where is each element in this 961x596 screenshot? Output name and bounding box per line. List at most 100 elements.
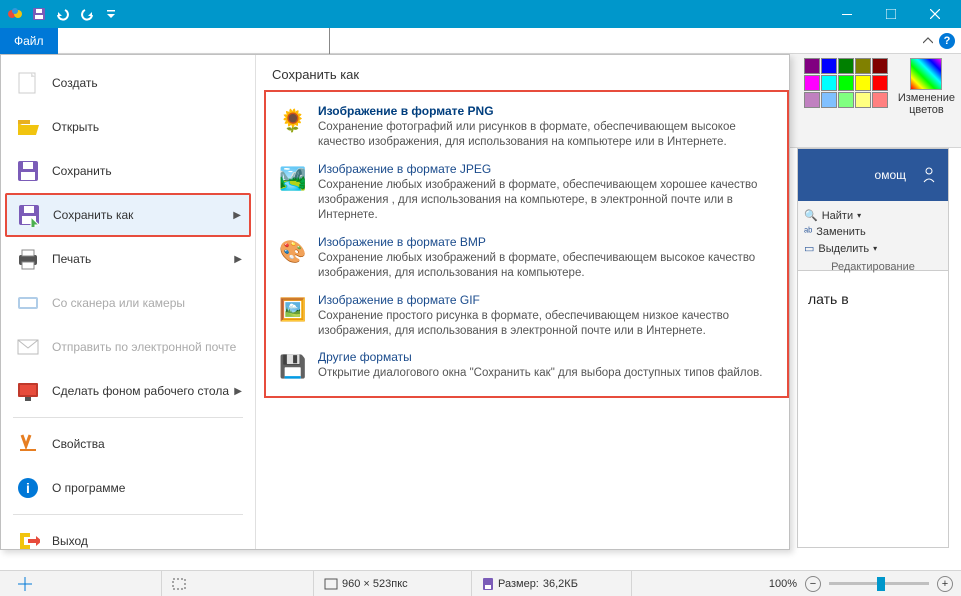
canvas-dimensions: 960 × 523пкс bbox=[314, 571, 472, 596]
color-palette bbox=[804, 54, 888, 147]
share-icon[interactable] bbox=[920, 166, 938, 184]
zoom-slider[interactable] bbox=[829, 582, 929, 585]
qat-dropdown-icon[interactable] bbox=[100, 3, 122, 25]
color-swatch[interactable] bbox=[838, 75, 854, 91]
chevron-right-icon: ▶ bbox=[234, 386, 242, 397]
titlebar bbox=[0, 0, 961, 28]
color-swatch[interactable] bbox=[872, 75, 888, 91]
menu-item-wallpaper[interactable]: Сделать фоном рабочего стола ▶ bbox=[5, 369, 251, 413]
minimize-button[interactable] bbox=[825, 0, 869, 28]
menu-label: Сохранить как bbox=[53, 208, 133, 222]
menu-item-about[interactable]: i О программе bbox=[5, 466, 251, 510]
word-document-text: лать в bbox=[798, 271, 948, 327]
color-swatch[interactable] bbox=[821, 92, 837, 108]
zoom-out-button[interactable]: − bbox=[805, 576, 821, 592]
menu-label: О программе bbox=[52, 481, 125, 495]
menu-label: Создать bbox=[52, 76, 98, 90]
find-button[interactable]: 🔍Найти ▾ bbox=[804, 207, 942, 224]
format-title: Другие форматы bbox=[318, 350, 762, 364]
menu-label: Сделать фоном рабочего стола bbox=[52, 384, 229, 398]
saveas-option-0[interactable]: 🌻 Изображение в формате PNG Сохранение фот… bbox=[272, 98, 781, 156]
menu-item-saveas[interactable]: Сохранить как▶ bbox=[5, 193, 251, 237]
color-swatch[interactable] bbox=[804, 75, 820, 91]
about-icon: i bbox=[14, 474, 42, 502]
open-icon bbox=[14, 113, 42, 141]
menu-label: Выход bbox=[52, 534, 88, 548]
menu-item-props[interactable]: Свойства bbox=[5, 422, 251, 466]
zoom-in-button[interactable]: + bbox=[937, 576, 953, 592]
file-menu-items: СоздатьОткрытьСохранитьСохранить как▶Печ… bbox=[1, 55, 255, 549]
edit-colors-label1: Изменение bbox=[898, 92, 955, 104]
saveas-option-2[interactable]: 🎨Изображение в формате BMPСохранение люб… bbox=[272, 229, 781, 287]
color-swatch[interactable] bbox=[804, 58, 820, 74]
statusbar: 960 × 523пкс Размер: 36,2КБ 100% − + bbox=[0, 570, 961, 596]
save-icon bbox=[14, 157, 42, 185]
format-desc: Сохранение любых изображений в формате, … bbox=[318, 251, 777, 281]
props-icon bbox=[14, 430, 42, 458]
color-swatch[interactable] bbox=[821, 75, 837, 91]
menu-item-new[interactable]: Создать bbox=[5, 61, 251, 105]
format-desc: Открытие диалогового окна "Сохранить как… bbox=[318, 366, 762, 381]
replace-button[interactable]: ᵃᵇЗаменить bbox=[804, 224, 942, 240]
word-titlebar: омощ bbox=[798, 149, 948, 201]
selection-size bbox=[162, 571, 314, 596]
format-icon: 🏞️ bbox=[276, 162, 310, 196]
edit-colors-label2: цветов bbox=[909, 104, 944, 116]
format-icon: 🌻 bbox=[276, 104, 310, 138]
edit-colors-button[interactable]: Изменение цветов bbox=[898, 54, 955, 147]
menu-item-scanner: Со сканера или камеры bbox=[5, 281, 251, 325]
zoom-level: 100% bbox=[769, 578, 797, 590]
format-icon: 🎨 bbox=[276, 235, 310, 269]
color-swatch[interactable] bbox=[838, 58, 854, 74]
saveas-option-3[interactable]: 🖼️Изображение в формате GIFСохранение пр… bbox=[272, 287, 781, 345]
word-window: омощ 🔍Найти ▾ ᵃᵇЗаменить ▭Выделить ▾ Ред… bbox=[797, 148, 949, 548]
quick-access-toolbar bbox=[4, 3, 122, 25]
chevron-right-icon: ▶ bbox=[234, 254, 242, 265]
menu-label: Открыть bbox=[52, 120, 99, 134]
dimensions-icon bbox=[324, 578, 338, 590]
app-icon[interactable] bbox=[4, 3, 26, 25]
window-controls bbox=[825, 0, 957, 28]
collapse-ribbon-icon[interactable] bbox=[923, 36, 933, 46]
print-icon bbox=[14, 245, 42, 273]
new-icon bbox=[14, 69, 42, 97]
file-tab[interactable]: Файл bbox=[0, 28, 58, 54]
menu-item-email: Отправить по электронной почте bbox=[5, 325, 251, 369]
color-swatch[interactable] bbox=[855, 58, 871, 74]
undo-icon[interactable] bbox=[52, 3, 74, 25]
format-icon: 🖼️ bbox=[276, 293, 310, 327]
ribbon-tabs: Файл ? bbox=[0, 28, 961, 54]
format-title: Изображение в формате PNG bbox=[318, 104, 777, 118]
exit-icon bbox=[14, 527, 42, 555]
menu-item-print[interactable]: Печать ▶ bbox=[5, 237, 251, 281]
color-swatch[interactable] bbox=[821, 58, 837, 74]
color-swatch[interactable] bbox=[855, 75, 871, 91]
format-title: Изображение в формате JPEG bbox=[318, 162, 777, 176]
menu-item-exit[interactable]: Выход bbox=[5, 519, 251, 563]
menu-label: Свойства bbox=[52, 437, 105, 451]
menu-label: Печать bbox=[52, 252, 91, 266]
help-icon[interactable]: ? bbox=[939, 33, 955, 49]
color-swatch[interactable] bbox=[855, 92, 871, 108]
saveas-option-1[interactable]: 🏞️Изображение в формате JPEGСохранение л… bbox=[272, 156, 781, 229]
word-help-tab[interactable]: омощ bbox=[875, 168, 906, 182]
close-button[interactable] bbox=[913, 0, 957, 28]
format-desc: Сохранение фотографий или рисунков в фор… bbox=[318, 120, 777, 150]
color-swatch[interactable] bbox=[804, 92, 820, 108]
zoom-controls: 100% − + bbox=[769, 576, 953, 592]
save-icon[interactable] bbox=[28, 3, 50, 25]
file-size: Размер: 36,2КБ bbox=[472, 571, 632, 596]
color-swatch[interactable] bbox=[838, 92, 854, 108]
menu-label: Сохранить bbox=[52, 164, 112, 178]
color-swatch[interactable] bbox=[872, 58, 888, 74]
email-icon bbox=[14, 333, 42, 361]
select-button[interactable]: ▭Выделить ▾ bbox=[804, 240, 942, 257]
color-swatch[interactable] bbox=[872, 92, 888, 108]
menu-item-open[interactable]: Открыть bbox=[5, 105, 251, 149]
svg-text:i: i bbox=[26, 480, 30, 496]
saveas-option-4[interactable]: 💾Другие форматыОткрытие диалогового окна… bbox=[272, 344, 781, 390]
menu-item-save[interactable]: Сохранить bbox=[5, 149, 251, 193]
redo-icon[interactable] bbox=[76, 3, 98, 25]
disk-icon bbox=[482, 577, 494, 591]
maximize-button[interactable] bbox=[869, 0, 913, 28]
